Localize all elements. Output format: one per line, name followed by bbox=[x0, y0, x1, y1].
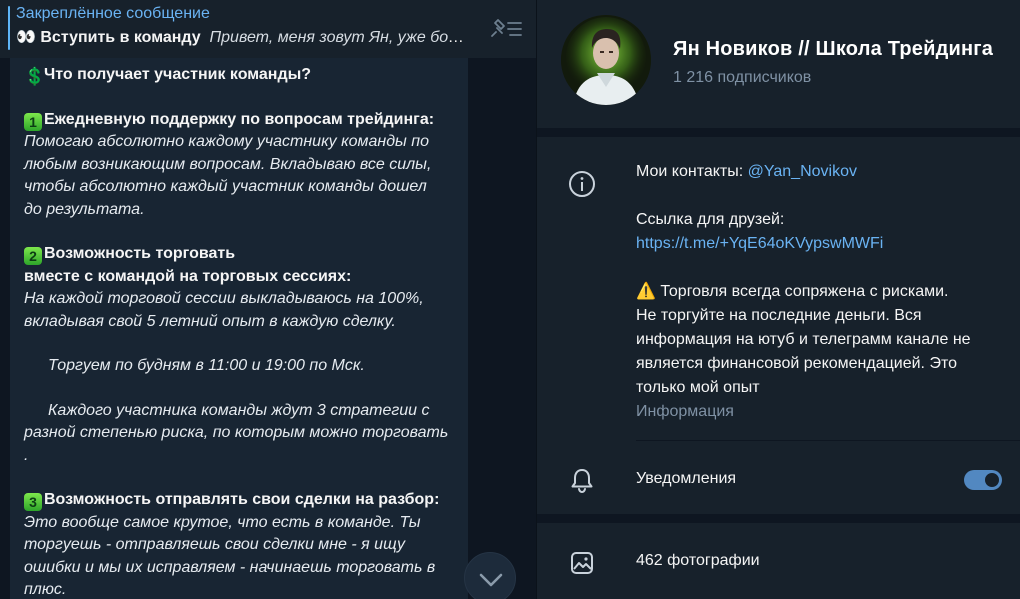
item-1-body: Помогаю абсолютно каждому участнику кома… bbox=[24, 133, 432, 218]
item-3-title: 3 Возможность отправлять свои сделки на р… bbox=[24, 489, 454, 512]
subscriber-count: 1 216 подписчиков bbox=[673, 69, 812, 86]
pane-divider bbox=[536, 0, 537, 599]
number-one-icon: 1 bbox=[24, 112, 42, 131]
channel-name: Ян Новиков // Школа Трейдинга bbox=[673, 38, 994, 60]
item-2-strategies: Каждого участника команды ждут 3 стратег… bbox=[24, 401, 449, 464]
pinned-preview-text: Привет, меня зовут Ян, уже более 5 лет я… bbox=[209, 29, 466, 46]
channel-info: Мои контакты: @Yan_Novikov Ссылка для др… bbox=[636, 160, 1006, 424]
chevron-down-icon bbox=[479, 573, 503, 587]
section-divider bbox=[537, 128, 1020, 137]
friends-label: Ссылка для друзей: bbox=[636, 211, 785, 228]
warning-text: ⚠️ Торговля всегда сопряжена с рисками. … bbox=[636, 283, 971, 396]
contacts-link[interactable]: @Yan_Novikov bbox=[748, 163, 857, 180]
pinned-message-bar[interactable]: Закреплённое сообщение 👀 Вступить в кома… bbox=[0, 0, 536, 58]
item-2-schedule: Торгуем по будням в 11:00 и 19:00 по Мск… bbox=[48, 357, 365, 374]
notifications-toggle[interactable] bbox=[964, 470, 1002, 490]
photos-count[interactable]: 462 фотографии bbox=[636, 552, 760, 570]
friends-link[interactable]: https://t.me/+YqE64oKVypswMWFi bbox=[636, 235, 883, 252]
dollar-icon: 💲 bbox=[24, 67, 46, 86]
item-1-title: 1 Ежедневную поддержку по вопросам трейди… bbox=[24, 109, 454, 132]
eyes-emoji: 👀 bbox=[16, 29, 36, 46]
scroll-down-button[interactable] bbox=[464, 552, 516, 599]
notifications-label[interactable]: Уведомления bbox=[636, 470, 736, 488]
photo-icon bbox=[571, 552, 593, 574]
info-divider bbox=[636, 440, 1020, 441]
warning-icon: ⚠️ bbox=[636, 283, 656, 300]
info-caption: Информация bbox=[636, 403, 734, 420]
number-three-icon: 3 bbox=[24, 493, 42, 511]
unpin-list-icon[interactable] bbox=[488, 14, 524, 42]
contacts-line: Мои контакты: @Yan_Novikov bbox=[636, 163, 857, 180]
number-two-icon: 2 bbox=[24, 247, 42, 265]
channel-avatar[interactable] bbox=[561, 15, 651, 105]
section-divider bbox=[537, 514, 1020, 523]
pinned-accent-bar bbox=[8, 6, 10, 50]
message-bubble: 💲Что получает участник команды? 1 Ежеднев… bbox=[10, 58, 468, 599]
toggle-knob bbox=[983, 471, 1001, 489]
bell-icon bbox=[571, 469, 593, 494]
info-icon bbox=[569, 171, 595, 197]
pinned-label: Вступить в команду bbox=[40, 29, 201, 46]
message-heading: 💲Что получает участник команды? bbox=[24, 66, 312, 86]
avatar-image bbox=[561, 15, 651, 105]
channel-profile-pane: Ян Новиков // Школа Трейдинга 1 216 подп… bbox=[536, 0, 1020, 599]
chat-pane: Закреплённое сообщение 👀 Вступить в кома… bbox=[0, 0, 536, 599]
item-2-title: 2 Возможность торговать вместе с командой… bbox=[24, 245, 352, 285]
pinned-title: Закреплённое сообщение bbox=[16, 5, 210, 22]
pinned-preview[interactable]: 👀 Вступить в команду Привет, меня зовут … bbox=[16, 27, 466, 47]
item-3-body: Это вообще самое крутое, что есть в кома… bbox=[24, 513, 436, 599]
item-2-body: На каждой торговой сессии выкладываюсь н… bbox=[24, 290, 424, 330]
